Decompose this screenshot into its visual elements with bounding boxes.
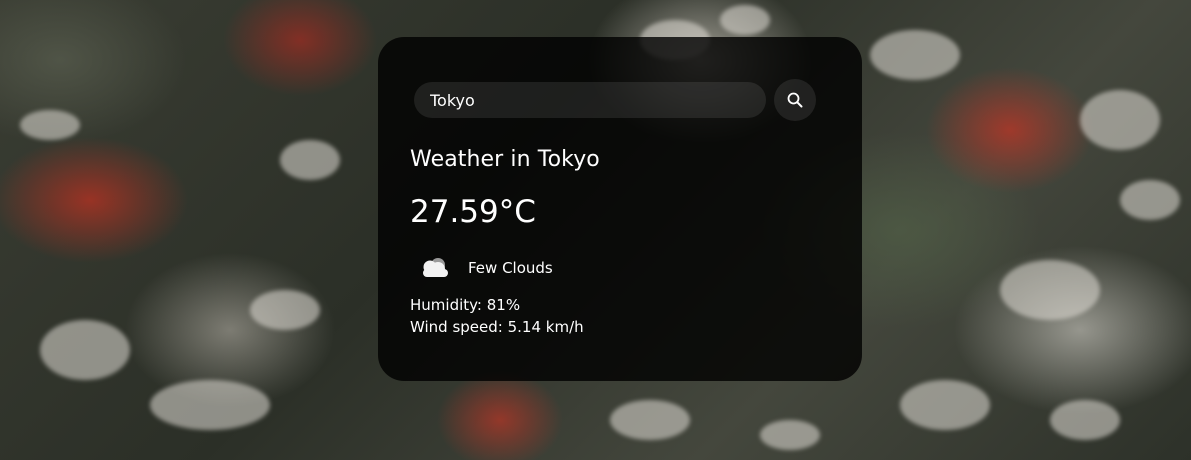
city-title: Weather in Tokyo <box>410 147 600 172</box>
weather-condition: Few Clouds <box>410 248 830 288</box>
humidity: Humidity: 81% <box>410 296 521 314</box>
search-button[interactable] <box>774 79 816 121</box>
search-input[interactable] <box>414 82 766 118</box>
cloud-icon <box>410 248 460 288</box>
weather-description: Few Clouds <box>468 259 553 277</box>
weather-card: Weather in Tokyo 27.59°C Few Clouds Humi… <box>378 37 862 381</box>
search-icon <box>787 92 803 108</box>
search-bar <box>414 79 830 121</box>
wind-speed: Wind speed: 5.14 km/h <box>410 318 584 336</box>
temperature: 27.59°C <box>410 194 536 230</box>
